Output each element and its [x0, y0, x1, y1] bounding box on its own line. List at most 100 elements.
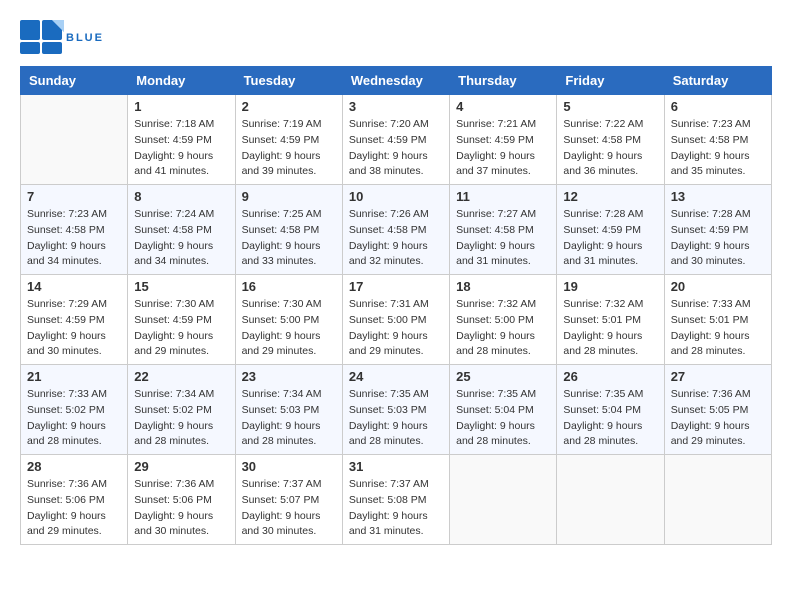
day-number: 16	[242, 279, 336, 294]
day-info: Sunrise: 7:29 AM Sunset: 4:59 PM Dayligh…	[27, 297, 121, 360]
calendar-cell: 6Sunrise: 7:23 AM Sunset: 4:58 PM Daylig…	[664, 95, 771, 185]
day-number: 6	[671, 99, 765, 114]
day-info: Sunrise: 7:28 AM Sunset: 4:59 PM Dayligh…	[563, 207, 657, 270]
day-number: 4	[456, 99, 550, 114]
day-info: Sunrise: 7:23 AM Sunset: 4:58 PM Dayligh…	[27, 207, 121, 270]
day-number: 21	[27, 369, 121, 384]
day-number: 10	[349, 189, 443, 204]
day-number: 17	[349, 279, 443, 294]
day-number: 19	[563, 279, 657, 294]
calendar-cell: 1Sunrise: 7:18 AM Sunset: 4:59 PM Daylig…	[128, 95, 235, 185]
calendar-cell: 12 Sunrise: 7:28 AM Sunset: 4:59 PM Dayli…	[557, 185, 664, 275]
day-number: 11	[456, 189, 550, 204]
calendar-cell: 5 Sunrise: 7:22 AM Sunset: 4:58 PM Daylig…	[557, 95, 664, 185]
day-info: Sunrise: 7:34 AM Sunset: 5:03 PM Dayligh…	[242, 387, 336, 450]
day-info: Sunrise: 7:32 AM Sunset: 5:01 PM Dayligh…	[563, 297, 657, 360]
calendar-cell: 26 Sunrise: 7:35 AM Sunset: 5:04 PM Dayli…	[557, 365, 664, 455]
day-info: Sunrise: 7:32 AM Sunset: 5:00 PM Dayligh…	[456, 297, 550, 360]
calendar-cell	[450, 455, 557, 545]
calendar-cell: 20 Sunrise: 7:33 AM Sunset: 5:01 PM Dayli…	[664, 275, 771, 365]
day-info: Sunrise: 7:36 AM Sunset: 5:06 PM Dayligh…	[134, 477, 228, 540]
weekday-header-friday: Friday	[557, 67, 664, 95]
weekday-header-sunday: Sunday	[21, 67, 128, 95]
calendar-cell: 7 Sunrise: 7:23 AM Sunset: 4:58 PM Daylig…	[21, 185, 128, 275]
day-info: Sunrise: 7:24 AM Sunset: 4:58 PM Dayligh…	[134, 207, 228, 270]
calendar-cell: 8 Sunrise: 7:24 AM Sunset: 4:58 PM Daylig…	[128, 185, 235, 275]
day-number: 30	[242, 459, 336, 474]
day-number: 29	[134, 459, 228, 474]
day-info: Sunrise: 7:33 AM Sunset: 5:02 PM Dayligh…	[27, 387, 121, 450]
day-info: Sunrise: 7:27 AM Sunset: 4:58 PM Dayligh…	[456, 207, 550, 270]
day-info: Sunrise: 7:19 AM Sunset: 4:59 PM Dayligh…	[242, 117, 336, 180]
day-info: Sunrise: 7:22 AM Sunset: 4:58 PM Dayligh…	[563, 117, 657, 180]
day-info: Sunrise: 7:36 AM Sunset: 5:06 PM Dayligh…	[27, 477, 121, 540]
day-info: Sunrise: 7:37 AM Sunset: 5:08 PM Dayligh…	[349, 477, 443, 540]
calendar-week-1: 1Sunrise: 7:18 AM Sunset: 4:59 PM Daylig…	[21, 95, 772, 185]
weekday-header-thursday: Thursday	[450, 67, 557, 95]
day-number: 14	[27, 279, 121, 294]
weekday-header-monday: Monday	[128, 67, 235, 95]
day-info: Sunrise: 7:33 AM Sunset: 5:01 PM Dayligh…	[671, 297, 765, 360]
weekday-header-wednesday: Wednesday	[342, 67, 449, 95]
calendar-cell: 15Sunrise: 7:30 AM Sunset: 4:59 PM Dayli…	[128, 275, 235, 365]
calendar-cell	[21, 95, 128, 185]
day-number: 8	[134, 189, 228, 204]
day-number: 28	[27, 459, 121, 474]
calendar-cell: 22Sunrise: 7:34 AM Sunset: 5:02 PM Dayli…	[128, 365, 235, 455]
day-number: 1	[134, 99, 228, 114]
day-info: Sunrise: 7:21 AM Sunset: 4:59 PM Dayligh…	[456, 117, 550, 180]
day-number: 18	[456, 279, 550, 294]
weekday-header-tuesday: Tuesday	[235, 67, 342, 95]
logo: BLUE	[20, 20, 104, 56]
calendar-cell: 19 Sunrise: 7:32 AM Sunset: 5:01 PM Dayli…	[557, 275, 664, 365]
calendar-week-3: 14 Sunrise: 7:29 AM Sunset: 4:59 PM Dayli…	[21, 275, 772, 365]
calendar-cell: 4 Sunrise: 7:21 AM Sunset: 4:59 PM Daylig…	[450, 95, 557, 185]
logo-icon	[20, 20, 64, 56]
day-number: 2	[242, 99, 336, 114]
day-number: 25	[456, 369, 550, 384]
day-info: Sunrise: 7:30 AM Sunset: 5:00 PM Dayligh…	[242, 297, 336, 360]
day-info: Sunrise: 7:36 AM Sunset: 5:05 PM Dayligh…	[671, 387, 765, 450]
day-number: 9	[242, 189, 336, 204]
day-number: 24	[349, 369, 443, 384]
day-number: 5	[563, 99, 657, 114]
day-info: Sunrise: 7:28 AM Sunset: 4:59 PM Dayligh…	[671, 207, 765, 270]
calendar-cell: 18 Sunrise: 7:32 AM Sunset: 5:00 PM Dayli…	[450, 275, 557, 365]
day-info: Sunrise: 7:34 AM Sunset: 5:02 PM Dayligh…	[134, 387, 228, 450]
page-header: BLUE	[20, 20, 772, 56]
calendar-week-2: 7 Sunrise: 7:23 AM Sunset: 4:58 PM Daylig…	[21, 185, 772, 275]
day-info: Sunrise: 7:35 AM Sunset: 5:04 PM Dayligh…	[456, 387, 550, 450]
calendar-cell: 14 Sunrise: 7:29 AM Sunset: 4:59 PM Dayli…	[21, 275, 128, 365]
calendar-cell: 28 Sunrise: 7:36 AM Sunset: 5:06 PM Dayli…	[21, 455, 128, 545]
day-info: Sunrise: 7:31 AM Sunset: 5:00 PM Dayligh…	[349, 297, 443, 360]
day-number: 3	[349, 99, 443, 114]
day-info: Sunrise: 7:35 AM Sunset: 5:03 PM Dayligh…	[349, 387, 443, 450]
calendar-cell: 29 Sunrise: 7:36 AM Sunset: 5:06 PM Dayli…	[128, 455, 235, 545]
calendar-cell: 27Sunrise: 7:36 AM Sunset: 5:05 PM Dayli…	[664, 365, 771, 455]
calendar-cell: 13 Sunrise: 7:28 AM Sunset: 4:59 PM Dayli…	[664, 185, 771, 275]
day-number: 12	[563, 189, 657, 204]
day-info: Sunrise: 7:30 AM Sunset: 4:59 PM Dayligh…	[134, 297, 228, 360]
calendar-cell	[557, 455, 664, 545]
calendar-cell: 16 Sunrise: 7:30 AM Sunset: 5:00 PM Dayli…	[235, 275, 342, 365]
day-info: Sunrise: 7:26 AM Sunset: 4:58 PM Dayligh…	[349, 207, 443, 270]
calendar-cell: 9Sunrise: 7:25 AM Sunset: 4:58 PM Daylig…	[235, 185, 342, 275]
day-number: 13	[671, 189, 765, 204]
day-number: 31	[349, 459, 443, 474]
calendar-cell: 3 Sunrise: 7:20 AM Sunset: 4:59 PM Daylig…	[342, 95, 449, 185]
calendar-table: SundayMondayTuesdayWednesdayThursdayFrid…	[20, 66, 772, 545]
calendar-cell: 23 Sunrise: 7:34 AM Sunset: 5:03 PM Dayli…	[235, 365, 342, 455]
day-number: 23	[242, 369, 336, 384]
calendar-week-4: 21 Sunrise: 7:33 AM Sunset: 5:02 PM Dayli…	[21, 365, 772, 455]
day-info: Sunrise: 7:20 AM Sunset: 4:59 PM Dayligh…	[349, 117, 443, 180]
calendar-header-row: SundayMondayTuesdayWednesdayThursdayFrid…	[21, 67, 772, 95]
calendar-cell	[664, 455, 771, 545]
day-info: Sunrise: 7:35 AM Sunset: 5:04 PM Dayligh…	[563, 387, 657, 450]
day-number: 20	[671, 279, 765, 294]
day-info: Sunrise: 7:37 AM Sunset: 5:07 PM Dayligh…	[242, 477, 336, 540]
day-number: 26	[563, 369, 657, 384]
calendar-cell: 10 Sunrise: 7:26 AM Sunset: 4:58 PM Dayli…	[342, 185, 449, 275]
day-number: 7	[27, 189, 121, 204]
logo-tagline: BLUE	[66, 32, 104, 44]
calendar-cell: 24 Sunrise: 7:35 AM Sunset: 5:03 PM Dayli…	[342, 365, 449, 455]
